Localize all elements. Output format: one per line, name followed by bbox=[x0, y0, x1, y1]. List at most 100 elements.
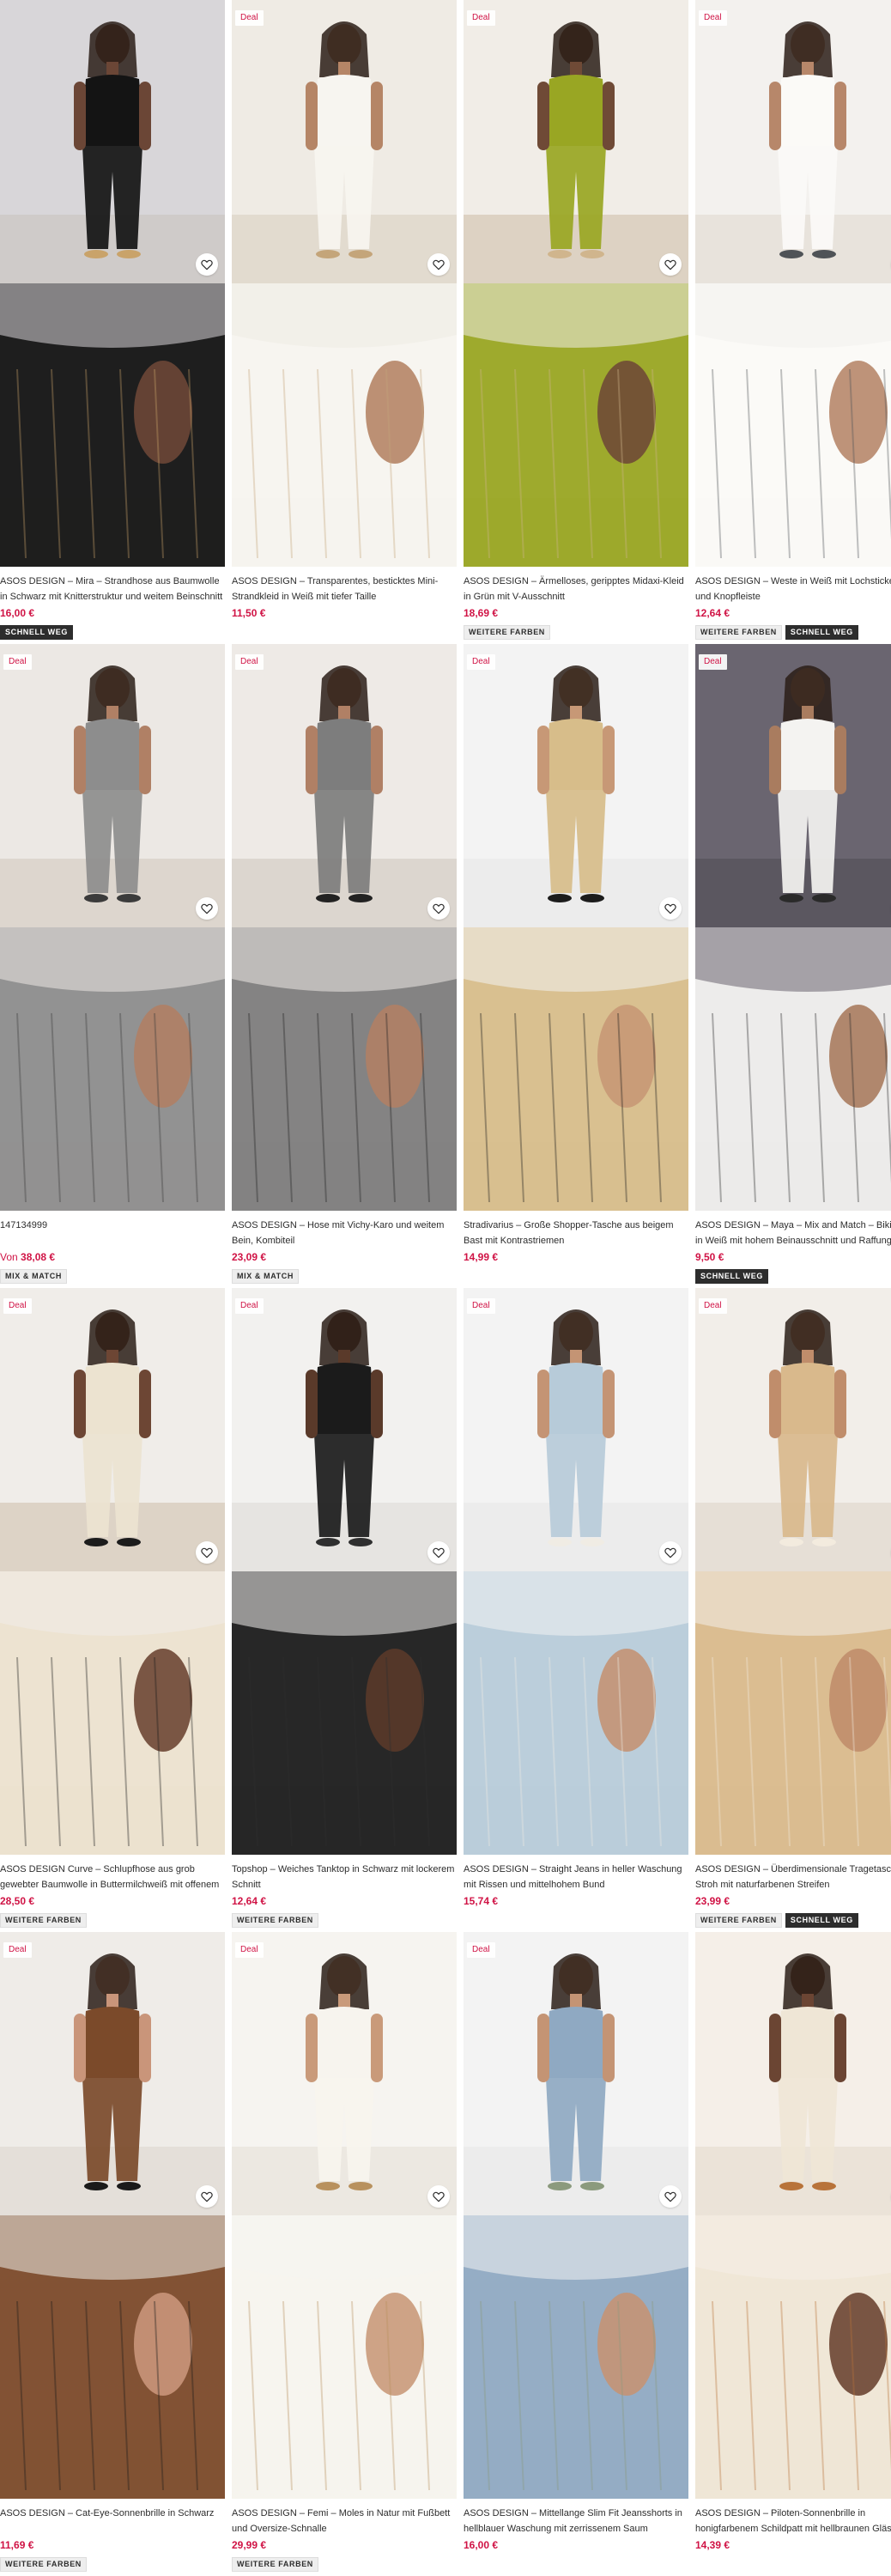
product-image[interactable]: Deal bbox=[232, 0, 457, 567]
badge-row: MIX & MATCH bbox=[0, 1269, 67, 1284]
product-grid: ASOS DESIGN – Mira – Strandhose aus Baum… bbox=[0, 0, 891, 2576]
product-card[interactable]: ASOS DESIGN – Mira – Strandhose aus Baum… bbox=[0, 0, 225, 644]
product-title[interactable]: ASOS DESIGN – Weste in Weiß mit Lochstic… bbox=[695, 574, 891, 605]
product-title[interactable]: ASOS DESIGN – Ärmelloses, geripptes Mida… bbox=[464, 574, 688, 605]
product-card[interactable]: Deal ASOS DESIGN – Transparentes, bestick… bbox=[232, 0, 457, 644]
product-title[interactable]: Stradivarius – Große Shopper-Tasche aus … bbox=[464, 1218, 688, 1249]
product-price: 9,50 € bbox=[695, 1250, 724, 1264]
product-image[interactable]: Deal bbox=[0, 1288, 225, 1855]
product-image[interactable] bbox=[0, 0, 225, 567]
product-card[interactable]: ASOS DESIGN – Piloten-Sonnenbrille in ho… bbox=[695, 1932, 891, 2576]
price-value: 12,64 € bbox=[232, 1895, 267, 1907]
product-title[interactable]: ASOS DESIGN – Piloten-Sonnenbrille in ho… bbox=[695, 2506, 891, 2537]
product-price: 16,00 € bbox=[0, 606, 34, 620]
product-price: 15,74 € bbox=[464, 1894, 498, 1908]
price-value: 9,50 € bbox=[695, 1251, 724, 1263]
product-badge: WEITERE FARBEN bbox=[695, 1913, 782, 1928]
badge-row: WEITERE FARBEN bbox=[232, 2557, 318, 2572]
product-image[interactable]: Deal bbox=[695, 0, 891, 567]
product-card[interactable]: Deal ASOS DESIGN – Mittellange Slim Fit J… bbox=[464, 1932, 688, 2576]
product-card[interactable]: Deal ASOS DESIGN – Cat-Eye-Sonnenbrille i… bbox=[0, 1932, 225, 2576]
product-card[interactable]: Deal 147134999 Von 38,08 € MIX & MATCH bbox=[0, 644, 225, 1288]
product-title[interactable]: ASOS DESIGN Curve – Schlupfhose aus grob… bbox=[0, 1862, 225, 1893]
product-title[interactable]: ASOS DESIGN – Femi – Moles in Natur mit … bbox=[232, 2506, 457, 2537]
product-photo-main bbox=[0, 0, 225, 283]
product-photo-main bbox=[232, 644, 457, 927]
product-photo-main bbox=[232, 0, 457, 283]
product-image[interactable]: Deal bbox=[695, 644, 891, 1211]
product-image[interactable]: Deal bbox=[464, 1932, 688, 2499]
product-image[interactable]: Deal bbox=[0, 644, 225, 1211]
product-price: 29,99 € bbox=[232, 2538, 266, 2552]
wishlist-heart-icon[interactable] bbox=[659, 1541, 682, 1564]
product-photo-main bbox=[0, 1932, 225, 2215]
product-card[interactable]: Deal Stradivarius – Große Shopper-Tasche … bbox=[464, 644, 688, 1288]
product-title[interactable]: ASOS DESIGN – Hose mit Vichy-Karo und we… bbox=[232, 1218, 457, 1249]
product-image[interactable]: Deal bbox=[464, 644, 688, 1211]
product-title[interactable]: ASOS DESIGN – Überdimensionale Tragetasc… bbox=[695, 1862, 891, 1893]
product-badge: WEITERE FARBEN bbox=[232, 2557, 318, 2572]
product-card[interactable]: Deal ASOS DESIGN – Straight Jeans in hell… bbox=[464, 1288, 688, 1932]
product-card[interactable]: Deal ASOS DESIGN – Ärmelloses, geripptes … bbox=[464, 0, 688, 644]
price-value: 16,00 € bbox=[464, 2539, 499, 2551]
product-price: 16,00 € bbox=[464, 2538, 498, 2552]
price-value: 14,39 € bbox=[695, 2539, 730, 2551]
product-badge: MIX & MATCH bbox=[232, 1269, 299, 1284]
product-card[interactable]: Deal ASOS DESIGN Curve – Schlupfhose aus … bbox=[0, 1288, 225, 1932]
product-image[interactable]: Deal bbox=[464, 1288, 688, 1855]
wishlist-heart-icon[interactable] bbox=[659, 897, 682, 920]
product-badge: WEITERE FARBEN bbox=[695, 625, 782, 640]
product-title[interactable]: Topshop – Weiches Tanktop in Schwarz mit… bbox=[232, 1862, 457, 1893]
product-card[interactable]: Deal Topshop – Weiches Tanktop in Schwarz… bbox=[232, 1288, 457, 1932]
wishlist-heart-icon[interactable] bbox=[427, 2185, 450, 2208]
product-photo-detail bbox=[695, 2215, 891, 2499]
product-photo-detail bbox=[232, 283, 457, 567]
price-value: 16,00 € bbox=[0, 607, 35, 619]
wishlist-heart-icon[interactable] bbox=[659, 2185, 682, 2208]
product-photo-detail bbox=[695, 927, 891, 1211]
wishlist-heart-icon[interactable] bbox=[659, 253, 682, 276]
product-card[interactable]: Deal ASOS DESIGN – Hose mit Vichy-Karo un… bbox=[232, 644, 457, 1288]
wishlist-heart-icon[interactable] bbox=[196, 897, 218, 920]
price-value: 11,69 € bbox=[0, 2539, 34, 2551]
badge-row: WEITERE FARBEN bbox=[232, 1913, 318, 1928]
deal-badge: Deal bbox=[467, 10, 495, 26]
product-photo-main bbox=[695, 1288, 891, 1571]
product-price: 12,64 € bbox=[695, 606, 730, 620]
product-card[interactable]: Deal ASOS DESIGN – Überdimensionale Trage… bbox=[695, 1288, 891, 1932]
badge-row: WEITERE FARBEN bbox=[0, 2557, 87, 2572]
product-card[interactable]: Deal ASOS DESIGN – Femi – Moles in Natur … bbox=[232, 1932, 457, 2576]
product-photo-main bbox=[695, 0, 891, 283]
product-title[interactable]: 147134999 bbox=[0, 1218, 225, 1249]
product-image[interactable]: Deal bbox=[0, 1932, 225, 2499]
product-photo-detail bbox=[695, 1571, 891, 1855]
product-image[interactable]: Deal bbox=[232, 1932, 457, 2499]
product-image[interactable] bbox=[695, 1932, 891, 2499]
badge-row: WEITERE FARBEN bbox=[0, 1913, 87, 1928]
wishlist-heart-icon[interactable] bbox=[196, 2185, 218, 2208]
product-image[interactable]: Deal bbox=[232, 1288, 457, 1855]
wishlist-heart-icon[interactable] bbox=[196, 1541, 218, 1564]
product-card[interactable]: Deal ASOS DESIGN – Weste in Weiß mit Loch… bbox=[695, 0, 891, 644]
product-image[interactable]: Deal bbox=[695, 1288, 891, 1855]
product-title[interactable]: ASOS DESIGN – Mittellange Slim Fit Jeans… bbox=[464, 2506, 688, 2537]
wishlist-heart-icon[interactable] bbox=[427, 253, 450, 276]
deal-badge: Deal bbox=[467, 654, 495, 670]
product-title[interactable]: ASOS DESIGN – Mira – Strandhose aus Baum… bbox=[0, 574, 225, 605]
product-title[interactable]: ASOS DESIGN – Transparentes, besticktes … bbox=[232, 574, 457, 605]
product-image[interactable]: Deal bbox=[464, 0, 688, 567]
product-title[interactable]: ASOS DESIGN – Cat-Eye-Sonnenbrille in Sc… bbox=[0, 2506, 225, 2537]
price-value: 28,50 € bbox=[0, 1895, 35, 1907]
product-photo-main bbox=[464, 644, 688, 927]
badge-row: SCHNELL WEG bbox=[0, 625, 73, 640]
wishlist-heart-icon[interactable] bbox=[427, 1541, 450, 1564]
product-badge: MIX & MATCH bbox=[0, 1269, 67, 1284]
wishlist-heart-icon[interactable] bbox=[196, 253, 218, 276]
price-value: 18,69 € bbox=[464, 607, 499, 619]
deal-badge: Deal bbox=[699, 10, 727, 26]
product-image[interactable]: Deal bbox=[232, 644, 457, 1211]
product-title[interactable]: ASOS DESIGN – Maya – Mix and Match – Bik… bbox=[695, 1218, 891, 1249]
product-card[interactable]: Deal ASOS DESIGN – Maya – Mix and Match –… bbox=[695, 644, 891, 1288]
product-title[interactable]: ASOS DESIGN – Straight Jeans in heller W… bbox=[464, 1862, 688, 1893]
wishlist-heart-icon[interactable] bbox=[427, 897, 450, 920]
